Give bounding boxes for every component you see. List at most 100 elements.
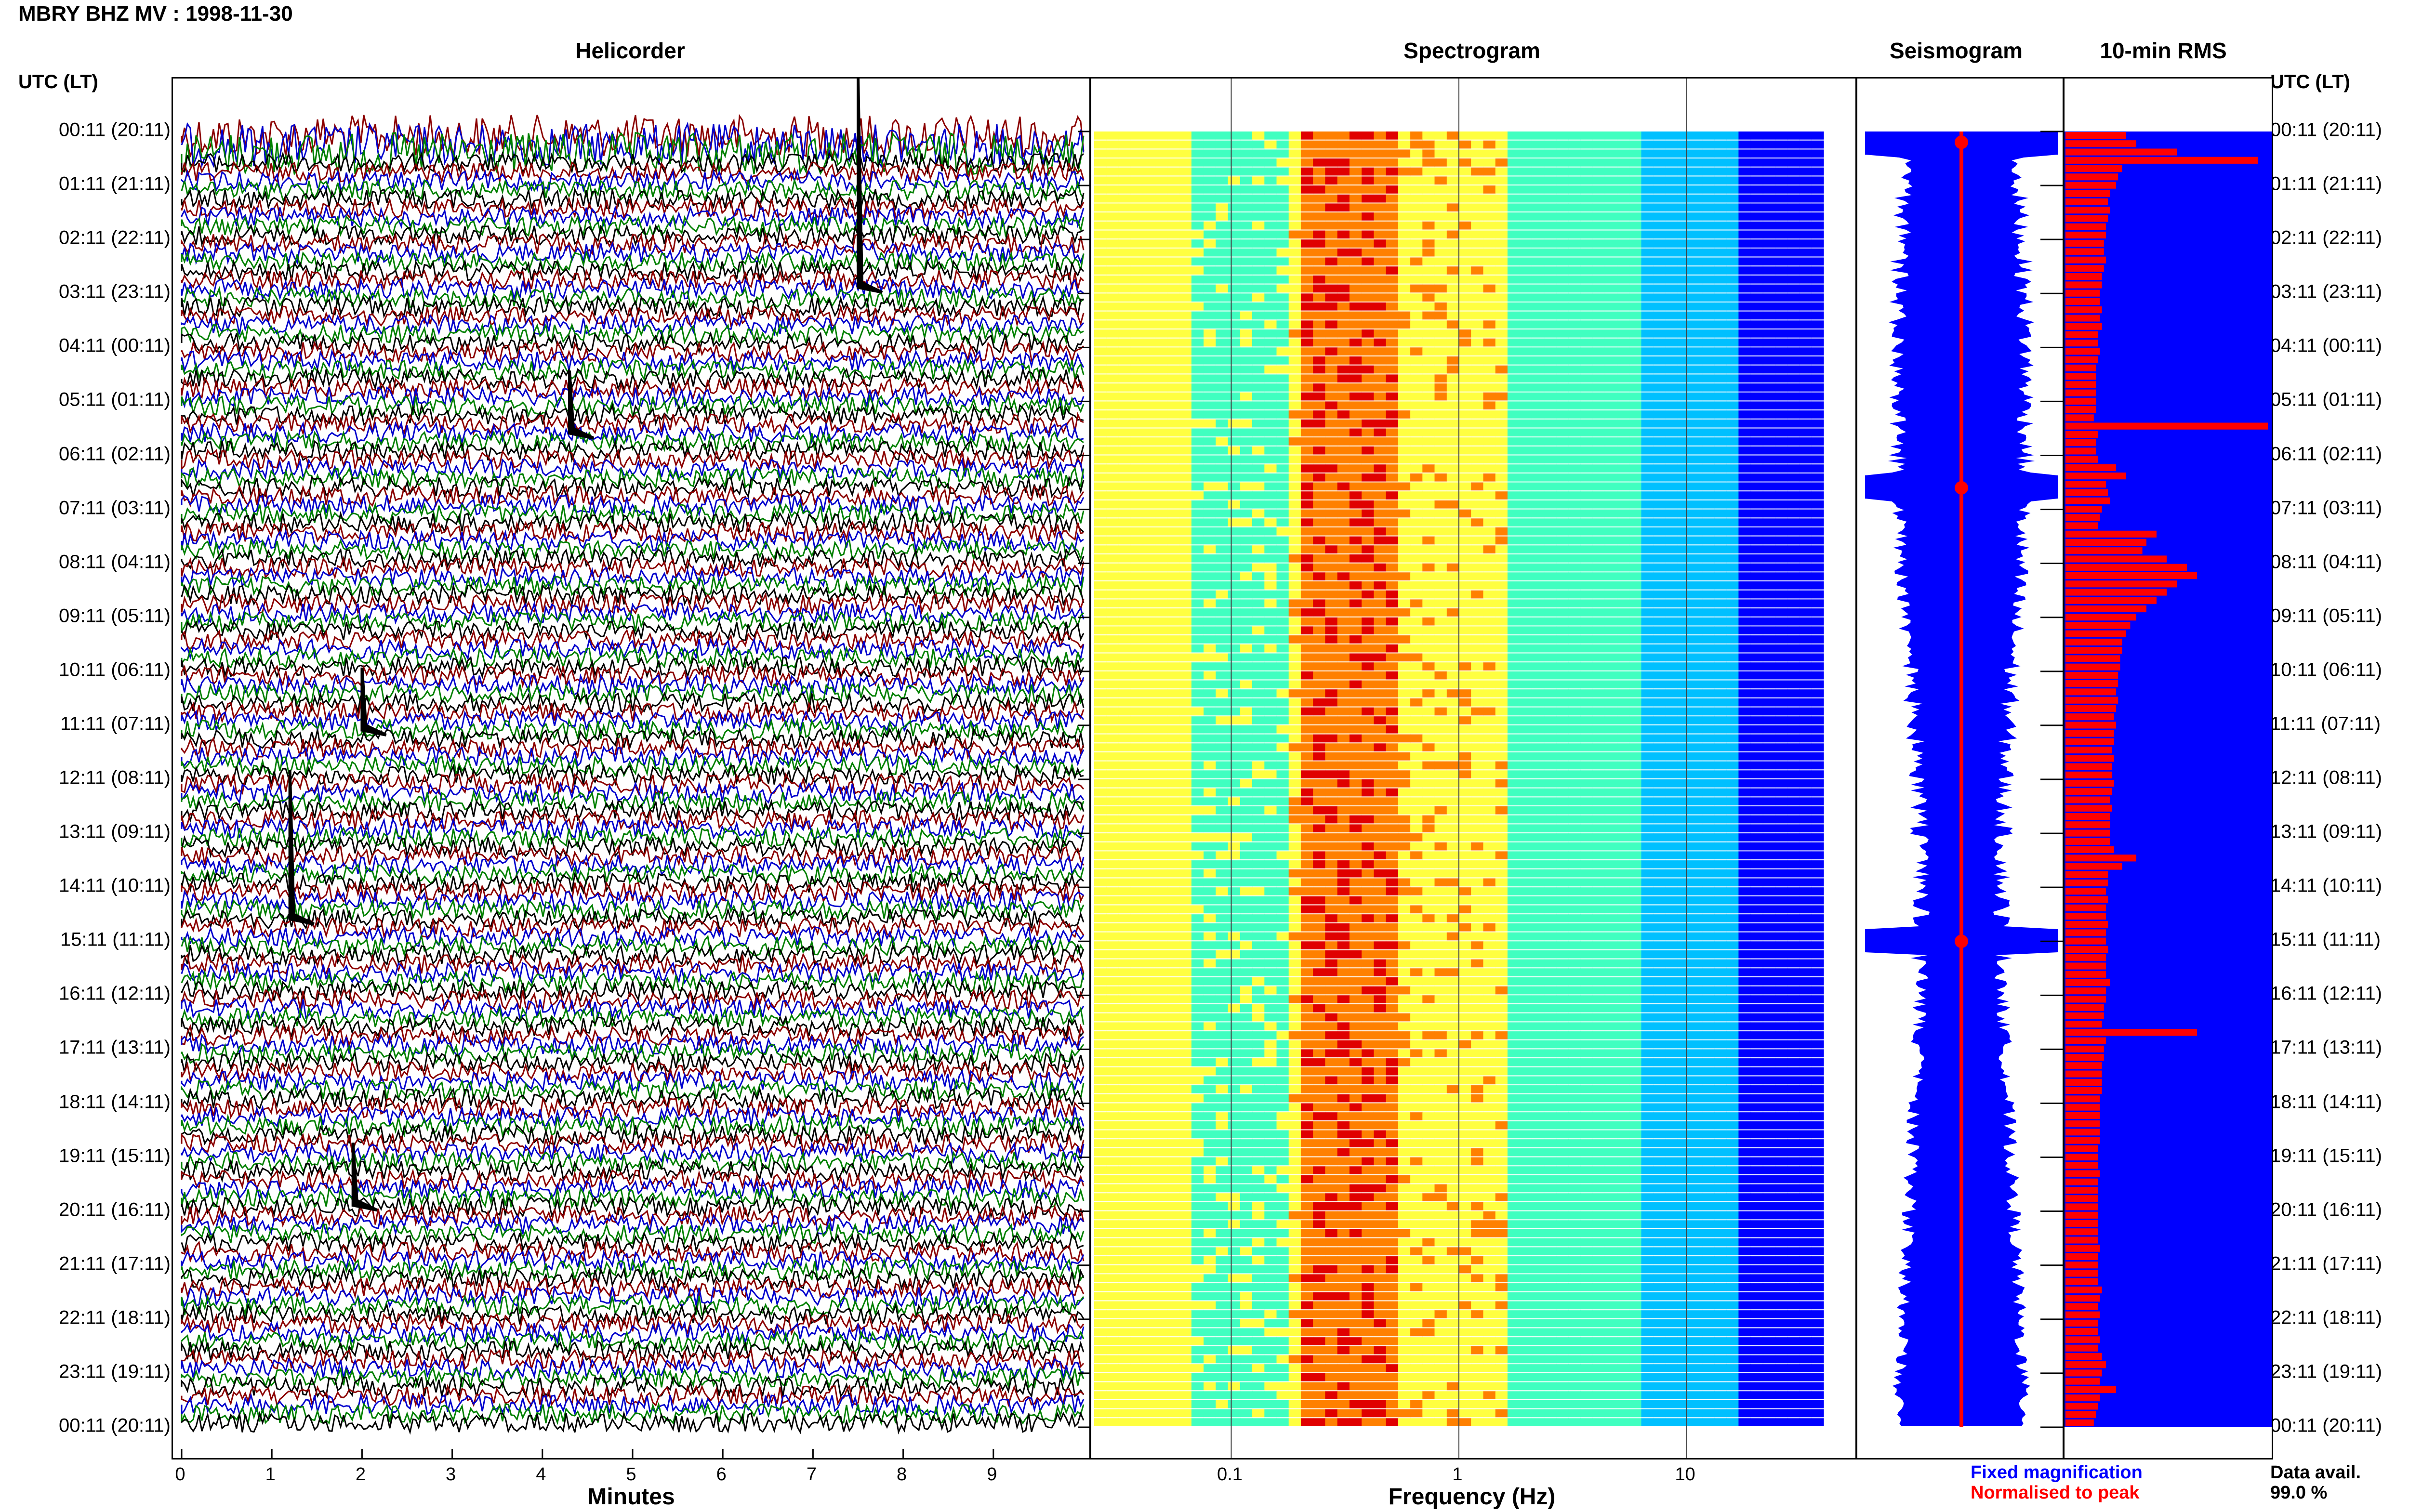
spectrogram-cell bbox=[1434, 815, 1447, 824]
spectrogram-cell bbox=[1240, 761, 1253, 770]
spectrogram-cell bbox=[1787, 257, 1800, 266]
spectrogram-cell bbox=[1422, 203, 1435, 212]
spectrogram-cell bbox=[1750, 131, 1763, 140]
spectrogram-cell bbox=[1726, 599, 1739, 608]
spectrogram-cell bbox=[1775, 392, 1787, 401]
spectrogram-cell bbox=[1252, 815, 1265, 824]
spectrogram-cell bbox=[1362, 320, 1374, 329]
spectrogram-cell bbox=[1216, 716, 1229, 724]
spectrogram-cell bbox=[1775, 437, 1787, 446]
spectrogram-cell bbox=[1617, 671, 1629, 680]
spectrogram-cell bbox=[1459, 329, 1471, 338]
spectrogram-cell bbox=[1544, 428, 1557, 437]
spectrogram-cell bbox=[1556, 437, 1569, 446]
spectrogram-cell bbox=[1337, 608, 1350, 617]
spectrogram-cell bbox=[1592, 644, 1605, 653]
spectrogram-cell bbox=[1604, 653, 1617, 662]
spectrogram-cell bbox=[1750, 158, 1763, 167]
spectrogram-cell bbox=[1106, 842, 1119, 851]
spectrogram-cell bbox=[1629, 824, 1642, 833]
spectrogram-cell bbox=[1434, 473, 1447, 482]
spectrogram-cell bbox=[1690, 707, 1703, 716]
spectrogram-cell bbox=[1775, 743, 1787, 751]
spectrogram-cell bbox=[1471, 401, 1483, 410]
spectrogram-cell bbox=[1228, 536, 1241, 545]
spectrogram-cell bbox=[1118, 329, 1131, 338]
spectrogram-cell bbox=[1337, 347, 1350, 355]
spectrogram-cell bbox=[1228, 320, 1241, 329]
spectrogram-cell bbox=[1471, 203, 1483, 212]
spectrogram-cell bbox=[1544, 608, 1557, 617]
spectrogram-cell bbox=[1276, 401, 1289, 410]
spectrogram-cell bbox=[1580, 680, 1593, 689]
spectrogram-cell bbox=[1580, 194, 1593, 203]
time-label-right: 10:11 (06:11) bbox=[2270, 659, 2383, 681]
spectrogram-cell bbox=[1617, 437, 1629, 446]
spectrogram-cell bbox=[1106, 563, 1119, 572]
spectrogram-cell bbox=[1288, 734, 1301, 743]
spectrogram-cell bbox=[1398, 356, 1411, 365]
spectrogram-cell bbox=[1604, 248, 1617, 257]
spectrogram-cell bbox=[1240, 563, 1253, 572]
spectrogram-cell bbox=[1106, 743, 1119, 751]
spectrogram-cell bbox=[1301, 671, 1313, 680]
spectrogram-cell bbox=[1532, 311, 1545, 320]
spectrogram-cell bbox=[1179, 608, 1192, 617]
spectrogram-cell bbox=[1228, 410, 1241, 419]
spectrogram-cell bbox=[1276, 221, 1289, 230]
spectrogram-cell bbox=[1775, 833, 1787, 841]
spectrogram-cell bbox=[1787, 302, 1800, 311]
spectrogram-cell bbox=[1155, 689, 1167, 697]
spectrogram-cell bbox=[1702, 788, 1715, 797]
spectrogram-cell bbox=[1422, 698, 1435, 707]
spectrogram-cell bbox=[1580, 662, 1593, 671]
time-label-right: 14:11 (10:11) bbox=[2270, 875, 2383, 896]
spectrogram-cell bbox=[1362, 509, 1374, 518]
spectrogram-cell bbox=[1288, 365, 1301, 374]
spectrogram-cell bbox=[1264, 599, 1277, 608]
spectrogram-cell bbox=[1288, 815, 1301, 824]
spectrogram-cell bbox=[1204, 590, 1216, 599]
spectrogram-cell bbox=[1568, 356, 1581, 365]
spectrogram-cell bbox=[1301, 455, 1313, 464]
spectrogram-cell bbox=[1240, 203, 1253, 212]
spectrogram-cell bbox=[1422, 779, 1435, 788]
spectrogram-cell bbox=[1471, 167, 1483, 176]
spectrogram-cell bbox=[1204, 770, 1216, 778]
spectrogram-cell bbox=[1106, 545, 1119, 553]
spectrogram-cell bbox=[1495, 401, 1508, 410]
spectrogram-cell bbox=[1130, 374, 1143, 383]
spectrogram-cell bbox=[1325, 401, 1338, 410]
spectrogram-cell bbox=[1094, 680, 1107, 689]
spectrogram-cell bbox=[1471, 491, 1483, 500]
spectrogram-cell bbox=[1799, 518, 1812, 526]
spectrogram-cell bbox=[1507, 194, 1520, 203]
spectrogram-cell bbox=[1349, 185, 1362, 194]
spectrogram-cell bbox=[1568, 527, 1581, 536]
spectrogram-cell bbox=[1641, 833, 1654, 841]
spectrogram-cell bbox=[1641, 518, 1654, 526]
spectrogram-cell bbox=[1313, 491, 1325, 500]
spectrogram-cell bbox=[1629, 374, 1642, 383]
spectrogram-cell bbox=[1483, 680, 1496, 689]
spectrogram-cell bbox=[1592, 815, 1605, 824]
spectrogram-cell bbox=[1313, 572, 1325, 580]
spectrogram-cell bbox=[1532, 608, 1545, 617]
spectrogram-cell bbox=[1446, 203, 1459, 212]
spectrogram-cell bbox=[1714, 473, 1727, 482]
spectrogram-cell bbox=[1228, 275, 1241, 284]
spectrogram-cell bbox=[1179, 383, 1192, 392]
spectrogram-cell bbox=[1264, 428, 1277, 437]
spectrogram-cell bbox=[1228, 761, 1241, 770]
spectrogram-cell bbox=[1592, 626, 1605, 635]
spectrogram-cell bbox=[1690, 482, 1703, 491]
spectrogram-cell bbox=[1738, 824, 1751, 833]
spectrogram-cell bbox=[1799, 464, 1812, 473]
spectrogram-cell bbox=[1459, 365, 1471, 374]
spectrogram-cell bbox=[1653, 689, 1666, 697]
spectrogram-cell bbox=[1142, 752, 1155, 761]
spectrogram-cell bbox=[1362, 626, 1374, 635]
spectrogram-cell bbox=[1495, 302, 1508, 311]
spectrogram-cell bbox=[1446, 545, 1459, 553]
spectrogram-cell bbox=[1520, 320, 1532, 329]
